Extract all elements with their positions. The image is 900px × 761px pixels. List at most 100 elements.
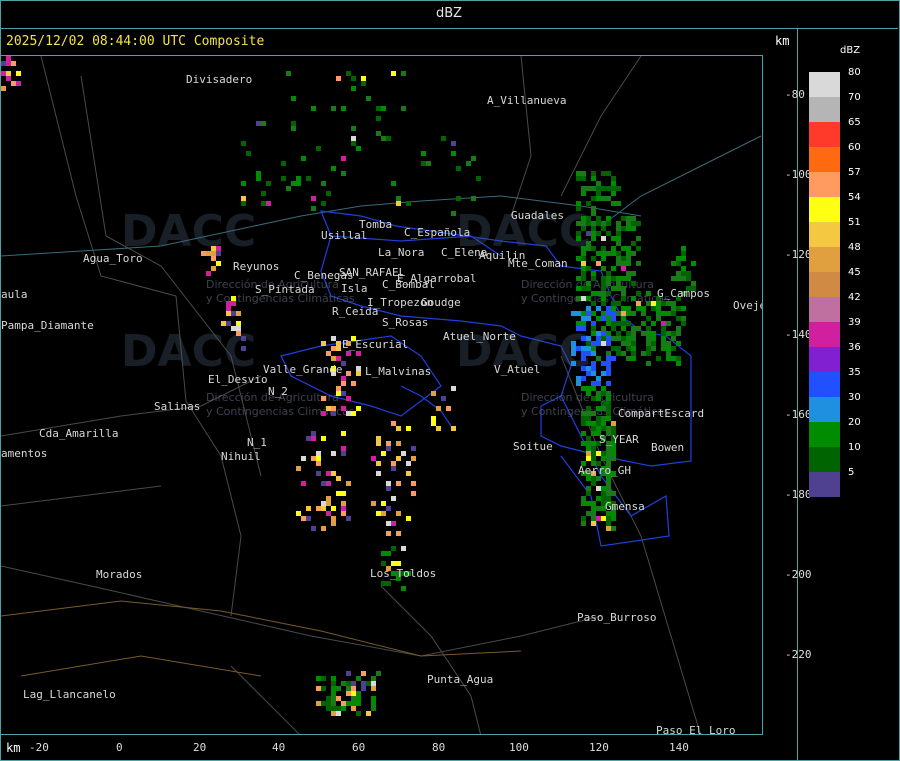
echo-pixel [376,131,381,136]
echo-pixel [596,221,601,226]
echo-pixel [606,521,611,526]
echo-pixel [451,211,456,216]
echo-pixel [301,156,306,161]
echo-pixel [606,486,611,491]
echo-pixel [626,306,631,311]
legend-swatch [809,172,840,197]
echo-pixel [581,171,586,176]
echo-pixel [586,386,591,391]
echo-pixel [591,441,596,446]
echo-pixel [601,171,606,176]
echo-pixel [606,336,611,341]
place-label: A_Villanueva [487,94,567,107]
echo-pixel [596,486,601,491]
echo-pixel [581,286,586,291]
echo-pixel [611,451,616,456]
echo-pixel [381,501,386,506]
echo-pixel [581,321,586,326]
legend-label: 30 [848,392,861,403]
legend-swatch [809,397,840,422]
echo-pixel [406,461,411,466]
echo-pixel [226,301,231,306]
echo-pixel [606,456,611,461]
echo-pixel [576,321,581,326]
echo-pixel [586,306,591,311]
echo-pixel [606,366,611,371]
legend-swatch [809,447,840,472]
place-label: Pampa_Diamante [1,319,94,332]
echo-pixel [311,106,316,111]
echo-pixel [636,236,641,241]
echo-pixel [411,456,416,461]
echo-pixel [631,281,636,286]
legend-label: 65 [848,117,861,128]
echo-pixel [586,186,591,191]
echo-pixel [671,306,676,311]
echo-pixel [671,301,676,306]
echo-pixel [586,316,591,321]
x-axis-unit: km [6,741,21,755]
echo-pixel [381,106,386,111]
echo-pixel [681,256,686,261]
radar-map[interactable]: DACC DACC DACC DACC Dirección de Agricul… [0,55,763,735]
echo-pixel [661,341,666,346]
echo-pixel [371,696,376,701]
echo-pixel [601,291,606,296]
echo-pixel [331,691,336,696]
echo-pixel [216,246,221,251]
echo-pixel [616,321,621,326]
echo-pixel [651,301,656,306]
echo-pixel [316,451,321,456]
place-label: Reyunos [233,260,280,273]
echo-pixel [476,176,481,181]
echo-pixel [631,251,636,256]
echo-pixel [571,351,576,356]
echo-pixel [336,696,341,701]
echo-pixel [661,321,666,326]
echo-pixel [351,701,356,706]
echo-pixel [386,521,391,526]
echo-pixel [681,246,686,251]
legend-label: 51 [848,217,861,228]
echo-pixel [591,311,596,316]
echo-pixel [321,481,326,486]
echo-pixel [321,201,326,206]
echo-pixel [456,166,461,171]
legend-label: 20 [848,417,861,428]
echo-pixel [411,481,416,486]
place-label: La_Nora [378,246,425,259]
y-tick: -180 [785,488,812,501]
echo-pixel [676,261,681,266]
echo-pixel [316,471,321,476]
echo-pixel [356,366,361,371]
echo-pixel [326,191,331,196]
echo-pixel [581,501,586,506]
echo-pixel [591,211,596,216]
echo-pixel [601,386,606,391]
echo-pixel [626,341,631,346]
echo-pixel [581,311,586,316]
echo-pixel [391,561,396,566]
echo-pixel [616,336,621,341]
echo-pixel [581,266,586,271]
echo-pixel [621,261,626,266]
legend-title: dBZ [840,45,861,56]
echo-pixel [676,306,681,311]
echo-pixel [601,491,606,496]
echo-pixel [611,346,616,351]
echo-pixel [376,436,381,441]
echo-pixel [401,586,406,591]
echo-pixel [596,451,601,456]
place-label: aula [1,288,28,301]
echo-pixel [576,201,581,206]
echo-pixel [316,506,321,511]
echo-pixel [351,141,356,146]
echo-pixel [451,151,456,156]
echo-pixel [221,321,226,326]
echo-pixel [591,256,596,261]
radar-echoes [1,56,696,716]
echo-pixel [376,511,381,516]
echo-pixel [316,456,321,461]
echo-pixel [666,341,671,346]
echo-pixel [586,406,591,411]
